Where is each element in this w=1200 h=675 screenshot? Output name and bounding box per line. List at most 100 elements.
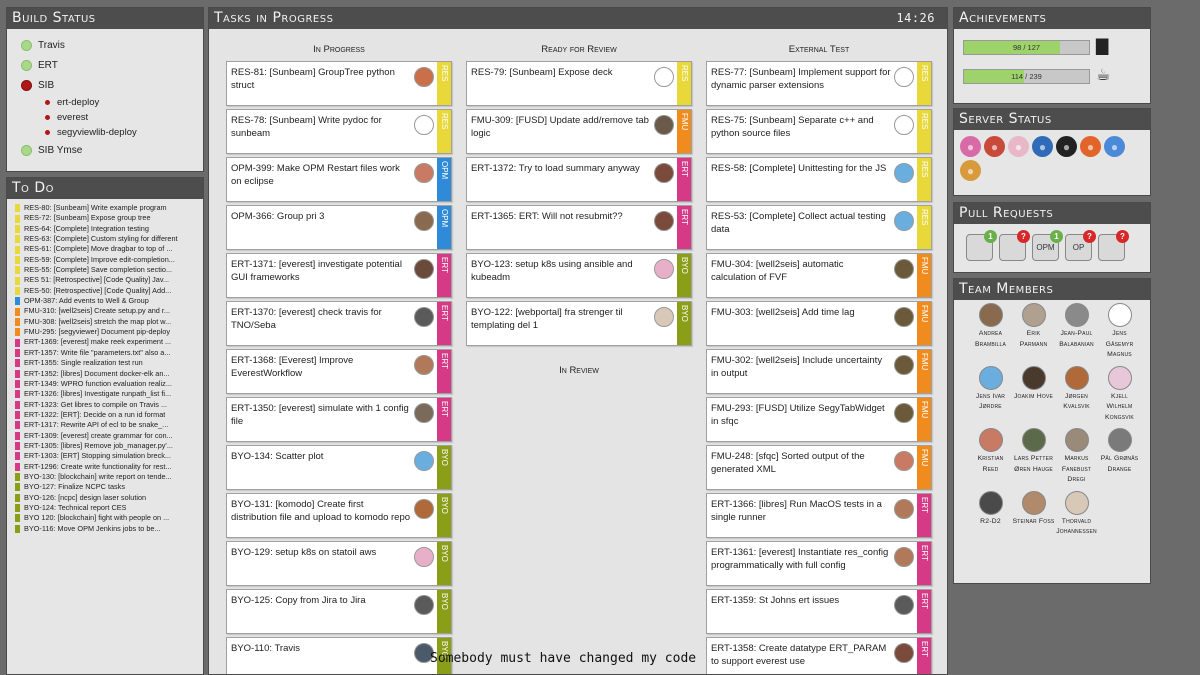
team-member[interactable]: Kristian Reed xyxy=(969,428,1012,486)
team-member[interactable]: Jørgen Kvalsvik xyxy=(1055,365,1098,424)
todo-item[interactable]: ERT-1309: [everest] create grammar for c… xyxy=(15,431,201,441)
task-card[interactable]: FMU-302: [well2seis] Include uncertainty… xyxy=(706,349,932,394)
todo-item[interactable]: BYO-126: [ncpc] design laser solution xyxy=(15,493,201,503)
task-card[interactable]: BYO-123: setup k8s using ansible and kub… xyxy=(466,253,692,298)
todo-item[interactable]: BYO-116: Move OPM Jenkins jobs to be... xyxy=(15,524,201,534)
todo-item[interactable]: FMU-310: [well2seis] Create setup.py and… xyxy=(15,306,201,316)
task-card[interactable]: RES-75: [Sunbeam] Separate c++ and pytho… xyxy=(706,109,932,154)
task-card[interactable]: OPM-366: Group pri 3 OPM xyxy=(226,205,452,250)
task-card[interactable]: RES-53: [Complete] Collect actual testin… xyxy=(706,205,932,250)
todo-item[interactable]: RES-50: [Retrospective] [Code Quality] A… xyxy=(15,286,201,296)
task-card[interactable]: ERT-1365: ERT: Will not resubmit?? ERT xyxy=(466,205,692,250)
task-card[interactable]: FMU-248: [sfqc] Sorted output of the gen… xyxy=(706,445,932,490)
egg-icon[interactable]: ● xyxy=(1008,136,1029,157)
team-member[interactable]: Lars Petter Øren Hauge xyxy=(1012,428,1055,486)
build-item[interactable]: SIB xyxy=(21,75,203,95)
todo-item[interactable]: BYO-130: [blockchain] write report on te… xyxy=(15,472,201,482)
task-card[interactable]: ERT-1372: Try to load summary anyway ERT xyxy=(466,157,692,202)
team-member[interactable]: Steinar Foss xyxy=(1012,490,1055,538)
todo-item[interactable]: ERT-1322: [ERT]: Decide on a run id form… xyxy=(15,410,201,420)
pizza-server-icon[interactable]: ● xyxy=(960,160,981,181)
team-member[interactable]: Kjell Wilhelm Kongsvik xyxy=(1098,365,1141,424)
team-member[interactable]: Thorvald Johannessen xyxy=(1055,490,1098,538)
openstack-icon[interactable]: ● xyxy=(1032,136,1053,157)
todo-item[interactable]: RES-80: [Sunbeam] Write example program xyxy=(15,203,201,213)
team-member[interactable]: R2-D2 xyxy=(969,490,1012,538)
pr-flower[interactable]: ? xyxy=(1098,230,1129,261)
task-card[interactable]: OPM-399: Make OPM Restart files work on … xyxy=(226,157,452,202)
build-item[interactable]: Travis xyxy=(21,35,203,55)
build-item[interactable]: SIB Ymse xyxy=(21,140,203,160)
todo-item[interactable]: OPM-387: Add events to Well & Group xyxy=(15,296,201,306)
task-card[interactable]: RES-78: [Sunbeam] Write pydoc for sunbea… xyxy=(226,109,452,154)
task-card[interactable]: ERT-1368: [Everest] Improve EverestWorkf… xyxy=(226,349,452,394)
pr-avatar-2[interactable]: ? xyxy=(999,230,1030,261)
pr-opm[interactable]: OPM 1 xyxy=(1032,230,1063,261)
task-card[interactable]: BYO-110: Travis BYO xyxy=(226,637,452,674)
team-member[interactable]: Jean-Paul Balabanian xyxy=(1055,303,1098,361)
todo-item[interactable]: RES-72: [Sunbeam] Expose group tree xyxy=(15,213,201,223)
todo-item[interactable]: FMU-295: [segyviewer] Document pip-deplo… xyxy=(15,327,201,337)
team-member[interactable]: Andrea Brambilla xyxy=(969,303,1012,361)
todo-item[interactable]: RES-64: [Complete] Integration testing xyxy=(15,224,201,234)
pr-avatar-1[interactable]: 1 xyxy=(966,230,997,261)
task-card[interactable]: FMU-304: [well2seis] automatic calculati… xyxy=(706,253,932,298)
jenkins-icon[interactable]: ● xyxy=(984,136,1005,157)
team-member[interactable]: Jens Ivar Jørdre xyxy=(969,365,1012,424)
task-card[interactable]: ERT-1350: [everest] simulate with 1 conf… xyxy=(226,397,452,442)
task-card[interactable]: FMU-293: [FUSD] Utilize SegyTabWidget in… xyxy=(706,397,932,442)
pr-opm-2[interactable]: OP? xyxy=(1065,230,1096,261)
team-member[interactable]: Pål Grønås Drange xyxy=(1098,428,1141,486)
todo-item[interactable]: RES-55: [Complete] Save completion secti… xyxy=(15,265,201,275)
todo-item[interactable]: RES-59: [Complete] Improve edit-completi… xyxy=(15,255,201,265)
task-card[interactable]: ERT-1371: [everest] investigate potentia… xyxy=(226,253,452,298)
build-sub-item[interactable]: segyviewlib-deploy xyxy=(21,125,203,140)
build-item[interactable]: ERT xyxy=(21,55,203,75)
todo-item[interactable]: BYO-124: Technical report CES xyxy=(15,503,201,513)
flower-server-icon[interactable]: ● xyxy=(960,136,981,157)
todo-item[interactable]: ERT-1352: [libres] Document docker-elk a… xyxy=(15,369,201,379)
todo-item[interactable]: RES-61: [Complete] Move dragbar to top o… xyxy=(15,244,201,254)
task-card[interactable]: RES-77: [Sunbeam] Implement support for … xyxy=(706,61,932,106)
task-card[interactable]: BYO-129: setup k8s on statoil aws BYO xyxy=(226,541,452,586)
task-card[interactable]: FMU-309: [FUSD] Update add/remove tab lo… xyxy=(466,109,692,154)
todo-item[interactable]: BYO-127: Finalize NCPC tasks xyxy=(15,482,201,492)
task-card[interactable]: ERT-1361: [everest] Instantiate res_conf… xyxy=(706,541,932,586)
todo-item[interactable]: RES-63: [Complete] Custom styling for di… xyxy=(15,234,201,244)
task-card[interactable]: ERT-1370: [everest] check travis for TNO… xyxy=(226,301,452,346)
task-card[interactable]: ERT-1358: Create datatype ERT_PARAM to s… xyxy=(706,637,932,674)
team-member[interactable]: Markus Fanebust Dregi xyxy=(1055,428,1098,486)
todo-item[interactable]: ERT-1296: Create write functionality for… xyxy=(15,462,201,472)
todo-item[interactable]: ERT-1305: [libres] Remove job_manager.py… xyxy=(15,441,201,451)
todo-item[interactable]: FMU-308: [well2seis] stretch the map plo… xyxy=(15,317,201,327)
task-card[interactable]: BYO-122: [webportal] fra strenger til te… xyxy=(466,301,692,346)
github-icon[interactable]: ● xyxy=(1056,136,1077,157)
todo-item[interactable]: BYO 120: [blockchain] fight with people … xyxy=(15,513,201,523)
project-tag: RES xyxy=(917,206,931,249)
team-member[interactable]: Erik Parmann xyxy=(1012,303,1055,361)
task-card[interactable]: BYO-131: [komodo] Create first distribut… xyxy=(226,493,452,538)
todo-item[interactable]: ERT-1326: [libres] Investigate runpath_l… xyxy=(15,389,201,399)
todo-item[interactable]: ERT-1349: WPRO function evaluation reali… xyxy=(15,379,201,389)
build-sub-item[interactable]: ert-deploy xyxy=(21,95,203,110)
todo-item[interactable]: ERT-1323: Get libres to compile on Travi… xyxy=(15,400,201,410)
todo-item[interactable]: ERT-1303: [ERT] Stopping simulation brec… xyxy=(15,451,201,461)
task-card[interactable]: FMU-303: [well2seis] Add time lag FMU xyxy=(706,301,932,346)
task-card[interactable]: RES-58: [Complete] Unittesting for the J… xyxy=(706,157,932,202)
cloud-icon[interactable]: ● xyxy=(1104,136,1125,157)
build-sub-item[interactable]: everest xyxy=(21,110,203,125)
task-card[interactable]: RES-79: [Sunbeam] Expose deck RES xyxy=(466,61,692,106)
team-member[interactable]: Joakim Hove xyxy=(1012,365,1055,424)
task-card[interactable]: ERT-1366: [libres] Run MacOS tests in a … xyxy=(706,493,932,538)
task-card[interactable]: ERT-1359: St Johns ert issues ERT xyxy=(706,589,932,634)
team-member[interactable]: Jens Gåsemyr Magnus xyxy=(1098,303,1141,361)
task-card[interactable]: BYO-125: Copy from Jira to Jira BYO xyxy=(226,589,452,634)
task-card[interactable]: RES-81: [Sunbeam] GroupTree python struc… xyxy=(226,61,452,106)
todo-item[interactable]: ERT-1369: [everest] make reek experiment… xyxy=(15,337,201,347)
todo-item[interactable]: RES 51: [Retrospective] [Code Quality] J… xyxy=(15,275,201,285)
task-card[interactable]: BYO-134: Scatter plot BYO xyxy=(226,445,452,490)
todo-item[interactable]: ERT-1355: Single realization test run xyxy=(15,358,201,368)
todo-item[interactable]: ERT-1317: Rewrite API of ecl to be snake… xyxy=(15,420,201,430)
gitlab-icon[interactable]: ● xyxy=(1080,136,1101,157)
todo-item[interactable]: ERT-1357: Write file "parameters.txt" al… xyxy=(15,348,201,358)
